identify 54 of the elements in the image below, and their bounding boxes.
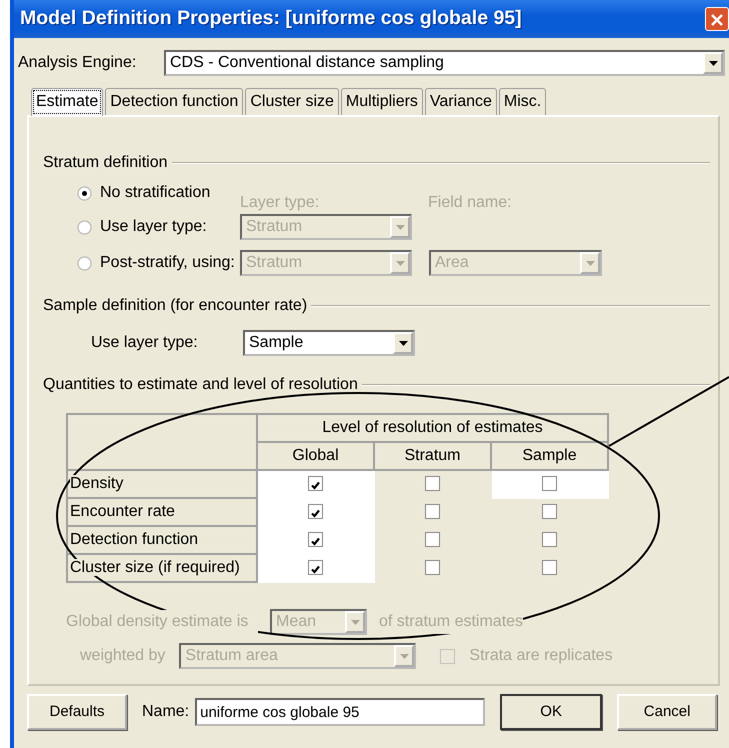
column-header: Stratum [374,442,491,470]
radio-label[interactable]: Post-stratify, using: [100,251,235,275]
group-title: Sample definition (for encounter rate) [43,296,308,316]
field-label: Use layer type: [91,333,199,353]
dropdown-arrow-icon [400,654,409,658]
dropdown-arrow-icon [398,340,408,346]
field-label: Global density estimate is [66,610,258,634]
checkbox[interactable] [308,504,323,520]
checkbox[interactable] [425,476,440,492]
cancel-button[interactable]: Cancel [617,694,718,730]
radio-button[interactable] [77,220,92,234]
column-label: Field name: [428,193,512,213]
dropdown-arrow-icon [350,620,360,624]
checkbox[interactable] [542,476,557,492]
field-label: weighted by [80,646,166,666]
checkbox[interactable] [425,532,440,548]
column-label: Layer type: [240,193,320,213]
tab[interactable]: Cluster size [245,88,339,115]
close-icon [709,12,725,28]
group-title: Quantities to estimate and level of resolution [43,375,358,395]
checkbox[interactable] [542,532,557,548]
group-title: Stratum definition [43,153,168,173]
radio-label[interactable]: Use layer type: [100,215,207,239]
checkbox[interactable] [542,560,557,576]
radio-label[interactable]: No stratification [100,181,210,205]
column-header: Level of resolution of estimates [257,414,608,442]
dropdown-arrow-icon [708,60,718,66]
field-label: Analysis Engine: [18,53,138,73]
checkbox[interactable] [308,476,323,492]
sample-layer-dropdown[interactable]: Sample [243,330,415,356]
row-header: Density [70,475,124,492]
radio-button[interactable] [77,256,92,270]
tab[interactable]: Variance [424,88,497,115]
row-header: Cluster size (if required) [70,559,240,576]
tab[interactable]: Estimate [31,88,104,116]
checkbox[interactable] [308,560,323,576]
dropdown-arrow-icon [586,260,594,266]
checkbox[interactable] [425,560,440,576]
field-label: Name: [142,702,190,722]
dropdown-arrow-icon [396,224,404,230]
tab[interactable]: Detection function [105,88,244,115]
analysis-engine-dropdown[interactable]: CDS - Conventional distance sampling [164,50,725,76]
checkbox[interactable] [542,504,557,520]
checkbox[interactable] [425,504,440,520]
checkbox[interactable] [308,532,323,548]
window-title: Model Definition Properties: [uniforme cos globale 95] [20,6,522,32]
name-field[interactable]: uniforme cos globale 95 [195,698,486,726]
radio-button[interactable] [77,186,92,200]
close-button[interactable] [705,7,729,31]
tab[interactable]: Multipliers [340,88,423,115]
ok-button[interactable]: OK [500,694,602,730]
defaults-button[interactable]: Defaults [27,694,127,730]
dropdown-arrow-icon [396,260,404,266]
tab[interactable]: Misc. [498,88,546,115]
